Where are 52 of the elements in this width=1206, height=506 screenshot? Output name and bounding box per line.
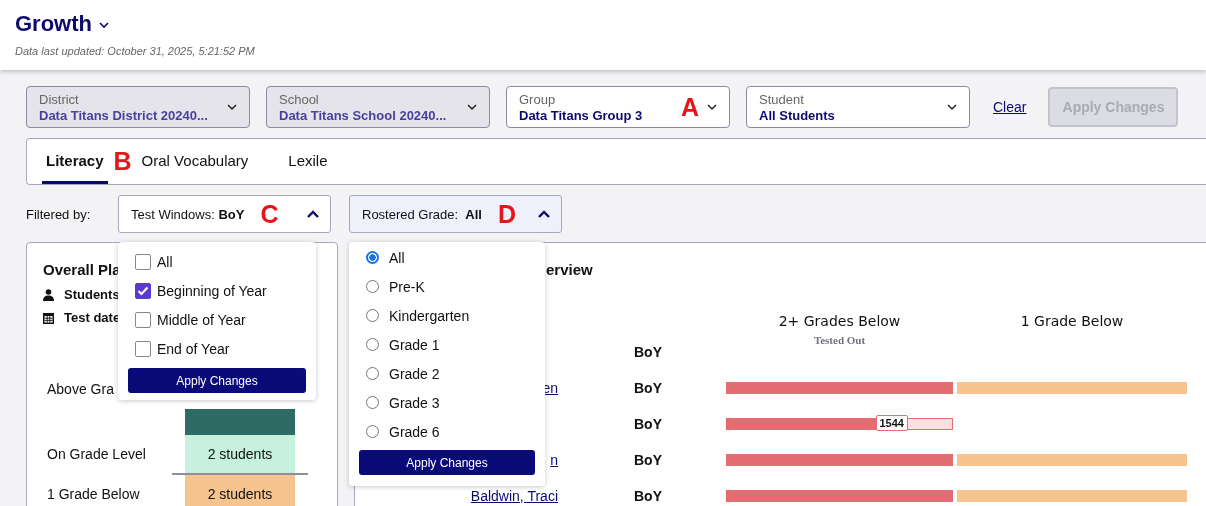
apply-changes-button[interactable]: Apply Changes xyxy=(359,450,535,475)
test-window-label: BoY xyxy=(634,452,662,468)
calendar-icon xyxy=(43,311,54,324)
menu-option[interactable]: Pre-K xyxy=(359,272,535,301)
tested-out-note: Tested Out xyxy=(813,334,866,346)
menu-option[interactable]: Beginning of Year xyxy=(128,276,306,305)
menu-option[interactable]: All xyxy=(128,247,306,276)
students-label: Students xyxy=(64,287,120,302)
person-icon xyxy=(43,288,54,301)
level-block: 2 students xyxy=(185,473,295,506)
test-window-label: BoY xyxy=(634,416,662,432)
level-label: 1 Grade Below xyxy=(46,486,141,502)
chevron-down-icon xyxy=(227,103,237,111)
caret-icon xyxy=(306,209,320,219)
chevron-down-icon xyxy=(947,103,957,111)
last-updated-text: Data last updated: October 31, 2025, 5:21:52 PM xyxy=(15,45,256,57)
select-field[interactable]: Group Data Titans Group 3 A xyxy=(506,86,730,128)
test-windows-dropdown[interactable]: Test Windows: BoY C xyxy=(118,195,331,233)
chevron-down-icon xyxy=(707,103,717,111)
column-header: 2+ Grades Below xyxy=(777,313,902,329)
tab[interactable]: Literacy xyxy=(42,139,108,184)
callout-letter: A xyxy=(680,94,699,120)
test-window-label: BoY xyxy=(634,488,662,504)
caret-icon xyxy=(537,209,551,219)
menu-option[interactable]: Grade 1 xyxy=(359,330,535,359)
filter-label: Filtered by: xyxy=(26,206,92,222)
chevron-down-icon[interactable] xyxy=(99,22,109,29)
column-header: 1 Grade Below xyxy=(1019,313,1125,329)
level-block: 2 students xyxy=(185,435,295,473)
test-window-label: BoY xyxy=(634,344,662,360)
student-link[interactable]: n xyxy=(550,452,558,468)
apply-changes-button[interactable]: Apply Changes xyxy=(128,368,306,393)
score-label: 1544 xyxy=(875,415,908,431)
card-title: erview xyxy=(546,261,593,278)
callout-letter: B xyxy=(113,149,132,174)
menu-option[interactable]: End of Year xyxy=(128,334,306,363)
student-link[interactable]: Baldwin, Traci xyxy=(470,488,558,504)
select-field[interactable]: Student All Students xyxy=(746,86,970,128)
menu-option[interactable]: All xyxy=(359,243,535,272)
menu-option[interactable]: Grade 3 xyxy=(359,388,535,417)
rostered-grade-dropdown[interactable]: Rostered Grade: All D xyxy=(349,195,562,233)
menu-option[interactable]: Middle of Year xyxy=(128,305,306,334)
chevron-down-icon xyxy=(467,103,477,111)
tab[interactable]: Lexile xyxy=(284,139,332,184)
menu-option[interactable]: Grade 2 xyxy=(359,359,535,388)
level-label: On Grade Level xyxy=(46,446,147,462)
test-window-label: BoY xyxy=(634,380,662,396)
clear-link[interactable]: Clear xyxy=(993,99,1027,115)
page-title: Growth xyxy=(15,11,92,37)
tab[interactable]: Oral Vocabulary xyxy=(137,139,253,184)
menu-option[interactable]: Kindergarten xyxy=(359,301,535,330)
menu-option[interactable]: Grade 6 xyxy=(359,417,535,446)
